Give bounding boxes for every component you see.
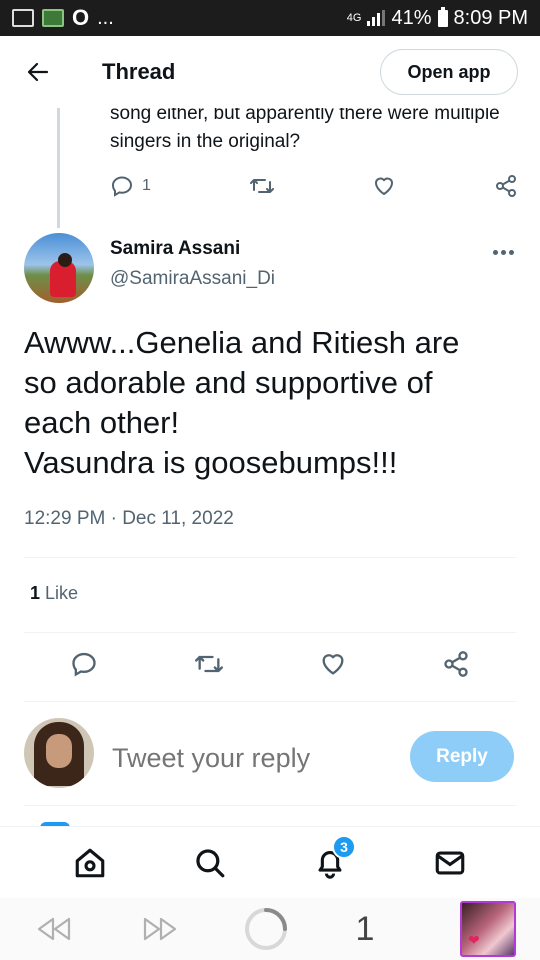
browser-back-button[interactable] [24, 915, 84, 943]
notification-badge: 3 [332, 834, 356, 859]
network-type: 4G [346, 12, 362, 24]
author-name[interactable]: Samira Assani [110, 238, 240, 260]
author-handle[interactable]: @SamiraAssani_Di [110, 268, 275, 290]
tab-count-button[interactable]: 1 [340, 910, 390, 949]
heart-icon [322, 654, 344, 675]
nav-messages[interactable] [428, 841, 472, 885]
like-label: Like [45, 583, 79, 603]
rewind-icon [37, 917, 71, 941]
divider [24, 701, 516, 702]
reply-icon [111, 176, 133, 197]
mail-icon [435, 851, 465, 874]
reply-button[interactable] [70, 650, 98, 678]
fast-forward-icon [143, 917, 177, 941]
open-app-button[interactable]: Open app [380, 49, 518, 95]
tweet-text-line: each other! [24, 405, 180, 440]
signal-icon [367, 10, 386, 26]
thread-header: Thread Open app [0, 36, 540, 108]
reply-submit-button[interactable]: Reply [410, 731, 514, 782]
browser-toolbar: 1 ❤ [0, 898, 540, 960]
reply-button[interactable]: 1 [110, 174, 151, 198]
loading-spinner-icon [245, 908, 287, 950]
author-avatar[interactable] [24, 233, 94, 303]
thread-connector-line [57, 100, 60, 228]
search-icon [196, 848, 225, 877]
battery-percent: 41% [391, 6, 432, 29]
status-bar: O ... 4G 41% 8:09 PM [0, 0, 540, 36]
overflow-notifications: ... [97, 6, 114, 29]
tweet-text: Awww...Genelia and Ritiesh are so adorab… [24, 323, 519, 483]
divider [24, 805, 516, 806]
retweet-button[interactable] [193, 650, 225, 678]
tweet-actions [70, 650, 470, 678]
tweet-timestamp[interactable]: 12:29 PM · Dec 11, 2022 [24, 508, 234, 530]
heart-icon: ❤ [468, 932, 480, 948]
like-button[interactable] [372, 174, 396, 198]
app-notification-icon [42, 9, 64, 27]
tweet-text-line: Awww...Genelia and Ritiesh are [24, 325, 460, 360]
likes-count-link[interactable]: 1 Like [30, 583, 78, 604]
retweet-icon [194, 655, 223, 673]
browser-forward-button[interactable] [130, 915, 190, 943]
reply-icon [72, 652, 96, 677]
opera-notification-icon: O [72, 5, 90, 30]
divider [24, 557, 516, 558]
nav-home[interactable] [68, 841, 112, 885]
bottom-navigation: 3 [0, 826, 540, 898]
previous-tweet-text: song either, but apparently there were m… [110, 103, 500, 152]
nav-notifications[interactable]: 3 [308, 834, 356, 885]
back-button[interactable] [20, 54, 56, 90]
reply-count: 1 [142, 177, 151, 194]
share-icon [444, 651, 468, 677]
more-options-button[interactable] [488, 238, 518, 266]
heart-icon [375, 177, 394, 195]
image-notification-icon [12, 9, 34, 27]
status-time: 8:09 PM [453, 6, 528, 29]
like-button[interactable] [319, 650, 347, 678]
tweet-text-line: Vasundra is goosebumps!!! [24, 445, 398, 480]
browser-profile-thumbnail[interactable]: ❤ [460, 901, 516, 957]
current-user-avatar [24, 718, 94, 788]
divider [24, 632, 516, 633]
nav-explore[interactable] [188, 841, 232, 885]
share-button[interactable] [442, 650, 470, 678]
page-title: Thread [102, 59, 176, 84]
arrow-left-icon [27, 62, 49, 82]
retweet-icon [249, 179, 274, 193]
reply-input[interactable] [112, 738, 382, 778]
retweet-button[interactable] [249, 174, 275, 198]
like-count: 1 [30, 583, 41, 603]
browser-reload-button[interactable] [236, 906, 296, 952]
battery-icon [437, 6, 448, 27]
share-button[interactable] [494, 174, 518, 198]
home-icon [75, 848, 105, 877]
previous-tweet-actions: 1 [110, 174, 518, 198]
share-icon [495, 175, 516, 197]
tweet-text-line: so adorable and supportive of [24, 365, 433, 400]
